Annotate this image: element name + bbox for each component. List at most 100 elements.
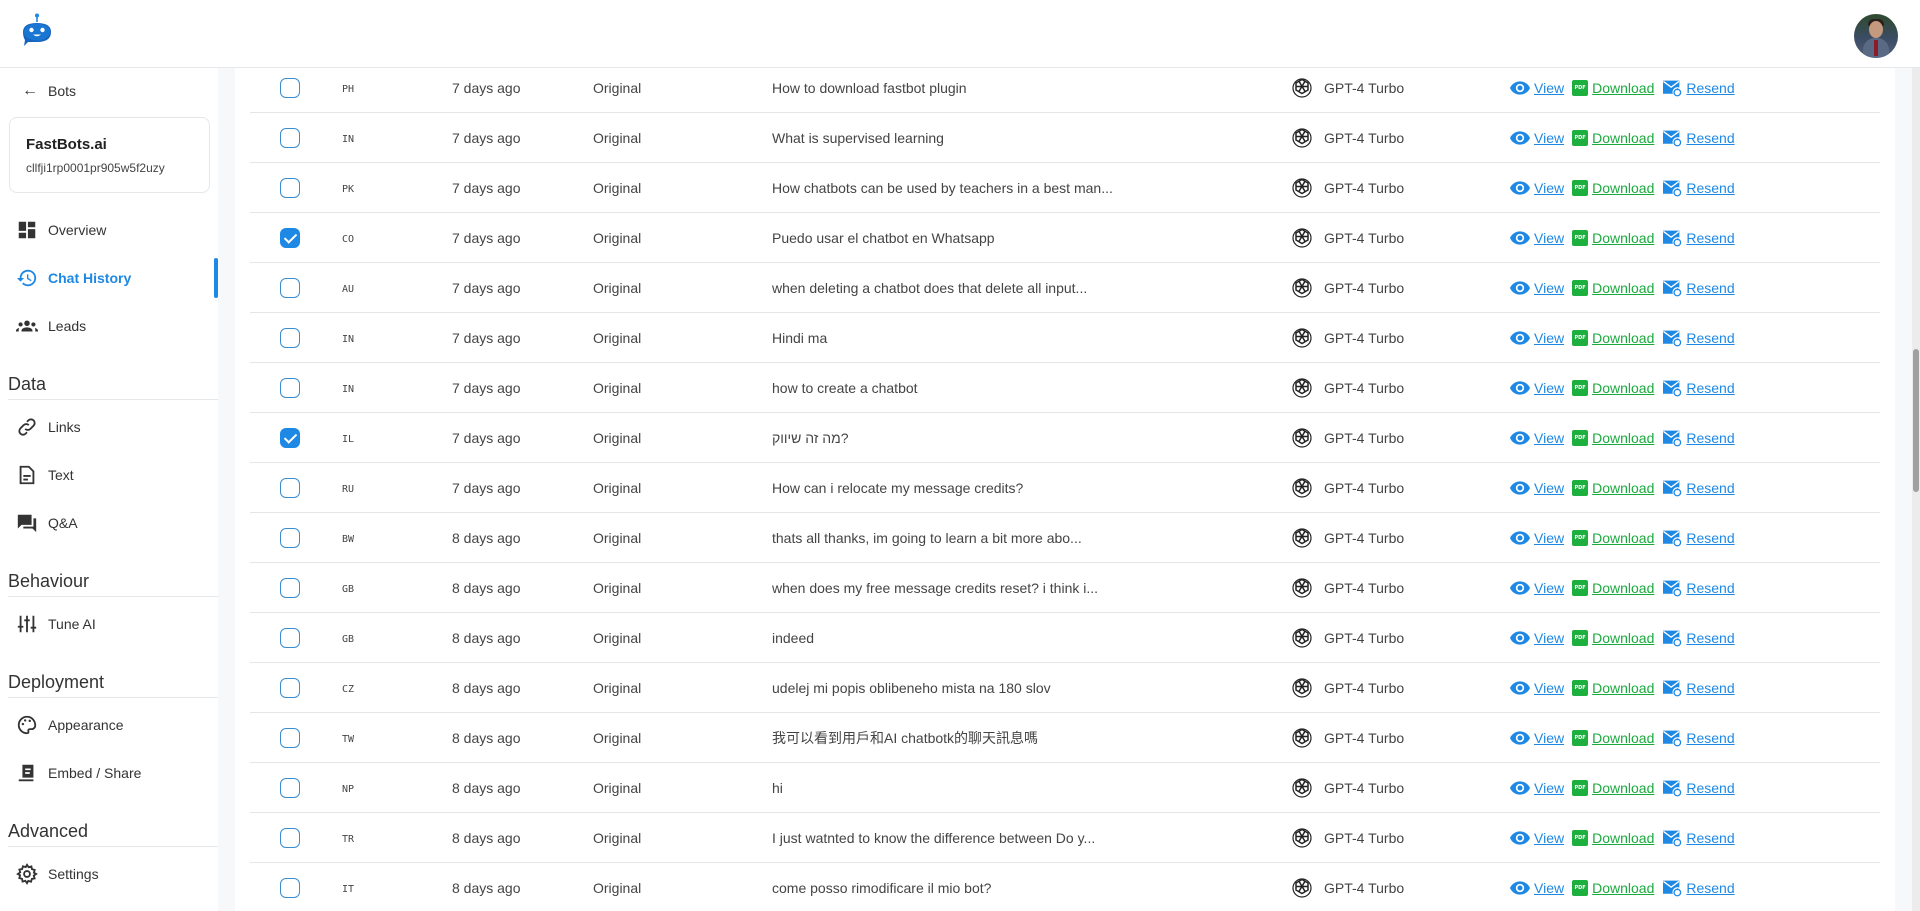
resend-button[interactable]: Resend: [1662, 129, 1735, 147]
view-button[interactable]: View: [1510, 430, 1564, 446]
row-checkbox[interactable]: [280, 278, 300, 298]
sidebar-item-appearance[interactable]: Appearance: [16, 713, 124, 737]
table-row[interactable]: IN 7 days ago Original how to create a c…: [250, 363, 1880, 413]
resend-button[interactable]: Resend: [1662, 529, 1735, 547]
row-checkbox[interactable]: [280, 328, 300, 348]
resend-link[interactable]: Resend: [1686, 480, 1734, 496]
view-link[interactable]: View: [1534, 630, 1564, 646]
fastbots-logo-icon[interactable]: [18, 13, 56, 49]
download-link[interactable]: Download: [1592, 430, 1654, 446]
table-row[interactable]: GB 8 days ago Original when does my free…: [250, 563, 1880, 613]
row-checkbox[interactable]: [280, 478, 300, 498]
download-link[interactable]: Download: [1592, 830, 1654, 846]
view-button[interactable]: View: [1510, 80, 1564, 96]
view-button[interactable]: View: [1510, 380, 1564, 396]
resend-link[interactable]: Resend: [1686, 730, 1734, 746]
table-row[interactable]: RU 7 days ago Original How can i relocat…: [250, 463, 1880, 513]
view-link[interactable]: View: [1534, 330, 1564, 346]
download-button[interactable]: PDF Download: [1572, 130, 1654, 146]
row-checkbox[interactable]: [280, 578, 300, 598]
back-to-bots-link[interactable]: ← Bots: [22, 83, 76, 100]
row-checkbox[interactable]: [280, 228, 300, 248]
first-message[interactable]: What is supervised learning: [772, 113, 944, 163]
download-link[interactable]: Download: [1592, 730, 1654, 746]
row-checkbox[interactable]: [280, 678, 300, 698]
view-link[interactable]: View: [1534, 530, 1564, 546]
view-button[interactable]: View: [1510, 330, 1564, 346]
sidebar-item-qa[interactable]: Q&A: [16, 511, 78, 535]
resend-button[interactable]: Resend: [1662, 229, 1735, 247]
row-checkbox[interactable]: [280, 828, 300, 848]
download-link[interactable]: Download: [1592, 380, 1654, 396]
row-checkbox[interactable]: [280, 728, 300, 748]
resend-link[interactable]: Resend: [1686, 330, 1734, 346]
sidebar-item-chat-history[interactable]: Chat History: [16, 266, 131, 290]
view-link[interactable]: View: [1534, 230, 1564, 246]
view-link[interactable]: View: [1534, 280, 1564, 296]
download-link[interactable]: Download: [1592, 130, 1654, 146]
first-message[interactable]: udelej mi popis oblibeneho mista na 180 …: [772, 663, 1051, 713]
first-message[interactable]: thats all thanks, im going to learn a bi…: [772, 513, 1082, 563]
first-message[interactable]: How chatbots can be used by teachers in …: [772, 163, 1113, 213]
resend-link[interactable]: Resend: [1686, 680, 1734, 696]
view-button[interactable]: View: [1510, 230, 1564, 246]
download-button[interactable]: PDF Download: [1572, 330, 1654, 346]
download-button[interactable]: PDF Download: [1572, 280, 1654, 296]
row-checkbox[interactable]: [280, 878, 300, 898]
resend-button[interactable]: Resend: [1662, 479, 1735, 497]
resend-button[interactable]: Resend: [1662, 329, 1735, 347]
resend-link[interactable]: Resend: [1686, 530, 1734, 546]
download-button[interactable]: PDF Download: [1572, 680, 1654, 696]
table-row[interactable]: NP 8 days ago Original hi GPT-4 Turbo Vi…: [250, 763, 1880, 813]
view-button[interactable]: View: [1510, 280, 1564, 296]
resend-link[interactable]: Resend: [1686, 630, 1734, 646]
table-row[interactable]: AU 7 days ago Original when deleting a c…: [250, 263, 1880, 313]
table-row[interactable]: IN 7 days ago Original What is supervise…: [250, 113, 1880, 163]
download-link[interactable]: Download: [1592, 530, 1654, 546]
view-link[interactable]: View: [1534, 680, 1564, 696]
download-button[interactable]: PDF Download: [1572, 830, 1654, 846]
resend-link[interactable]: Resend: [1686, 430, 1734, 446]
row-checkbox[interactable]: [280, 778, 300, 798]
row-checkbox[interactable]: [280, 378, 300, 398]
resend-button[interactable]: Resend: [1662, 579, 1735, 597]
sidebar-item-settings[interactable]: Settings: [16, 862, 99, 886]
download-link[interactable]: Download: [1592, 80, 1654, 96]
download-button[interactable]: PDF Download: [1572, 630, 1654, 646]
row-checkbox[interactable]: [280, 178, 300, 198]
view-button[interactable]: View: [1510, 630, 1564, 646]
view-link[interactable]: View: [1534, 130, 1564, 146]
resend-link[interactable]: Resend: [1686, 130, 1734, 146]
table-row[interactable]: TW 8 days ago Original 我可以看到用戶和AI chatbo…: [250, 713, 1880, 763]
view-button[interactable]: View: [1510, 780, 1564, 796]
download-button[interactable]: PDF Download: [1572, 80, 1654, 96]
download-link[interactable]: Download: [1592, 480, 1654, 496]
table-row[interactable]: PH 7 days ago Original How to download f…: [250, 68, 1880, 113]
view-link[interactable]: View: [1534, 830, 1564, 846]
resend-button[interactable]: Resend: [1662, 629, 1735, 647]
download-button[interactable]: PDF Download: [1572, 530, 1654, 546]
resend-link[interactable]: Resend: [1686, 880, 1734, 896]
first-message[interactable]: when does my free message credits reset?…: [772, 563, 1098, 613]
row-checkbox[interactable]: [280, 128, 300, 148]
resend-button[interactable]: Resend: [1662, 879, 1735, 897]
first-message[interactable]: Puedo usar el chatbot en Whatsapp: [772, 213, 995, 263]
view-button[interactable]: View: [1510, 830, 1564, 846]
download-button[interactable]: PDF Download: [1572, 580, 1654, 596]
resend-link[interactable]: Resend: [1686, 580, 1734, 596]
view-link[interactable]: View: [1534, 880, 1564, 896]
resend-button[interactable]: Resend: [1662, 429, 1735, 447]
resend-link[interactable]: Resend: [1686, 280, 1734, 296]
sidebar-item-links[interactable]: Links: [16, 415, 81, 439]
table-row[interactable]: IN 7 days ago Original Hindi ma GPT-4 Tu…: [250, 313, 1880, 363]
row-checkbox[interactable]: [280, 628, 300, 648]
resend-button[interactable]: Resend: [1662, 779, 1735, 797]
resend-button[interactable]: Resend: [1662, 79, 1735, 97]
table-row[interactable]: CZ 8 days ago Original udelej mi popis o…: [250, 663, 1880, 713]
first-message[interactable]: come posso rimodificare il mio bot?: [772, 863, 991, 911]
download-link[interactable]: Download: [1592, 630, 1654, 646]
download-link[interactable]: Download: [1592, 280, 1654, 296]
download-button[interactable]: PDF Download: [1572, 480, 1654, 496]
first-message[interactable]: I just watnted to know the difference be…: [772, 813, 1095, 863]
view-link[interactable]: View: [1534, 180, 1564, 196]
